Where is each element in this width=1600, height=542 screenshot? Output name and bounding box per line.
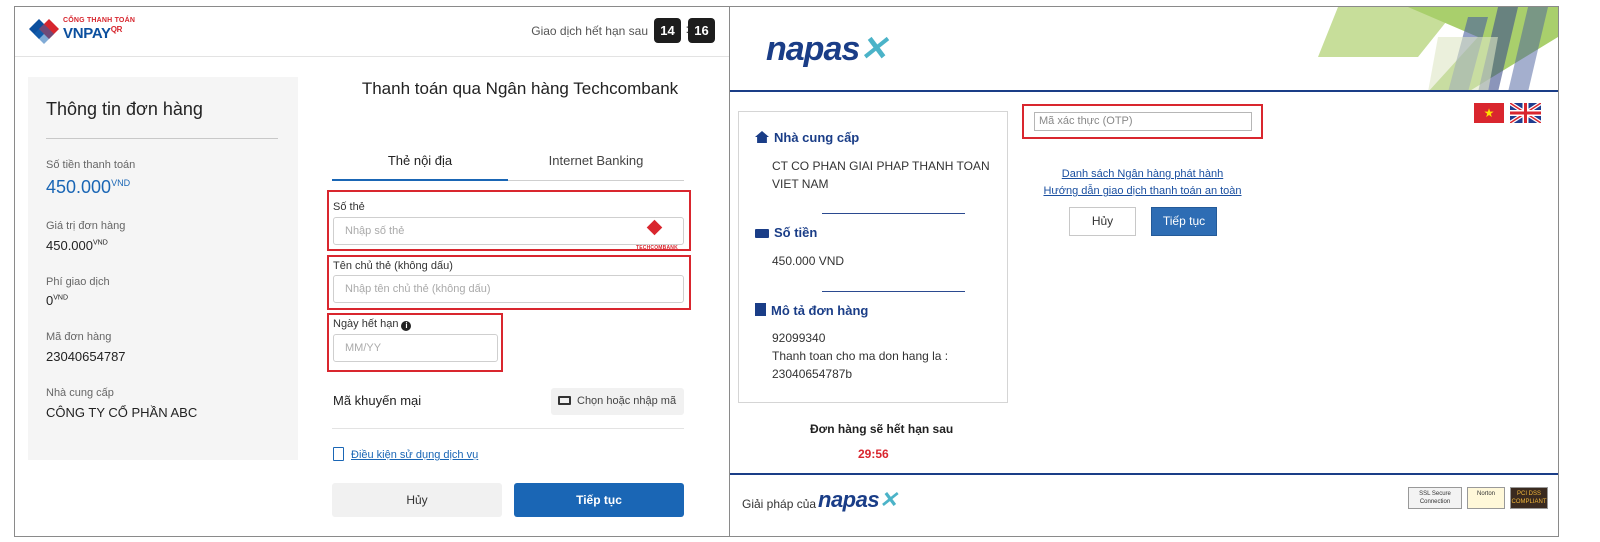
tab-internet-banking[interactable]: Internet Banking: [508, 152, 684, 181]
otp-placeholder: Mã xác thực (OTP): [1039, 115, 1133, 127]
vnpay-logo-mark-icon: [29, 19, 59, 44]
norton-badge: Norton: [1467, 487, 1505, 509]
provider-value: CÔNG TY CỔ PHẦN ABC: [46, 405, 198, 420]
amount-section-title: Số tiền: [755, 225, 817, 240]
description-section-title: Mô tả đơn hàng: [755, 303, 868, 318]
vnpay-logo-qr: QR: [110, 25, 123, 34]
amount-value: 450.000VND: [46, 177, 130, 198]
transaction-expiry-label: Giao dịch hết hạn sau: [531, 24, 648, 38]
amount-title-text: Số tiền: [774, 225, 818, 240]
order-info-title: Thông tin đơn hàng: [46, 99, 203, 119]
napas-amount-value: 450.000 VND: [772, 254, 845, 268]
terms-row: Điều kiện sử dụng dịch vụ: [333, 447, 478, 461]
expiry-date-label-text: Ngày hết hạn: [333, 318, 399, 330]
ticket-icon: [558, 396, 571, 405]
napas-header: napas✕: [730, 7, 1558, 92]
document-icon: [755, 303, 766, 316]
napas-logo: napas✕: [766, 29, 888, 69]
order-info-card: Thông tin đơn hàng Số tiền thanh toán 45…: [28, 77, 298, 460]
footer-logo-mark-icon: ✕: [879, 487, 898, 512]
payment-method-title: Thanh toán qua Ngân hàng Techcombank: [361, 79, 679, 98]
tab-domestic-card[interactable]: Thẻ nội địa: [332, 152, 508, 181]
description-id: 92099340: [772, 331, 826, 345]
document-icon: [333, 447, 344, 461]
home-icon: [755, 131, 769, 143]
fee-value: 0VND: [46, 293, 68, 308]
pci-badge: PCI DSS COMPLIANT: [1510, 487, 1548, 509]
napas-continue-button[interactable]: Tiếp tục: [1151, 207, 1217, 236]
payment-tabs: Thẻ nội địa Internet Banking: [332, 152, 684, 181]
card-number-label: Số thẻ: [333, 201, 365, 213]
techcombank-logo: TECHCOMBANK: [636, 219, 678, 251]
order-value-number: 450.000: [46, 238, 93, 253]
description-text: Thanh toan cho ma don hang la : 23040654…: [772, 349, 949, 381]
flag-star: ★: [1483, 106, 1495, 120]
fee-unit: VND: [53, 294, 69, 302]
vnpay-logo-tagline: CỔNG THANH TOÁN: [63, 17, 136, 24]
promo-code-button[interactable]: Chọn hoặc nhập mã: [551, 388, 684, 415]
vietnam-flag-icon[interactable]: ★: [1474, 103, 1504, 123]
order-value-label: Giá trị đơn hàng: [46, 220, 126, 232]
vnpay-logo-wordmark: VNPAYQR: [63, 25, 122, 42]
otp-input[interactable]: Mã xác thực (OTP): [1034, 112, 1252, 131]
uk-flag-icon[interactable]: [1510, 103, 1541, 123]
holder-name-placeholder: Nhập tên chủ thẻ (không dấu): [345, 283, 491, 295]
vnpay-continue-button[interactable]: Tiếp tục: [514, 483, 684, 517]
holder-name-input[interactable]: Nhập tên chủ thẻ (không dấu): [333, 275, 684, 303]
timer-seconds: 16: [688, 18, 715, 43]
ssl-badge: SSL Secure Connection: [1408, 487, 1462, 509]
issuing-banks-link[interactable]: Danh sách Ngân hàng phát hành: [1022, 166, 1263, 183]
footer-napas-logo: napas✕: [818, 487, 898, 513]
info-icon[interactable]: i: [401, 321, 412, 331]
napas-logo-mark-icon: ✕: [859, 30, 887, 68]
holder-name-label: Tên chủ thẻ (không dấu): [333, 260, 453, 272]
promo-code-button-label: Chọn hoặc nhập mã: [577, 395, 677, 407]
order-value: 450.000VND: [46, 238, 108, 253]
help-links: Danh sách Ngân hàng phát hành Hướng dẫn …: [1022, 166, 1263, 200]
amount-label: Số tiền thanh toán: [46, 159, 136, 171]
description-title-text: Mô tả đơn hàng: [771, 303, 869, 318]
order-id-value: 23040654787: [46, 349, 126, 364]
card-number-placeholder: Nhập số thẻ: [345, 225, 405, 237]
header-decoration: [1318, 7, 1558, 90]
provider-title-text: Nhà cung cấp: [774, 130, 860, 145]
provider-name: CT CO PHAN GIAI PHAP THANH TOAN VIET NAM: [772, 159, 990, 191]
napas-cancel-button[interactable]: Hủy: [1069, 207, 1136, 236]
promo-code-label: Mã khuyến mại: [333, 393, 422, 408]
section-divider: [822, 213, 965, 214]
vnpay-header: CỔNG THANH TOÁN VNPAYQR Giao dịch hết hạ…: [15, 7, 732, 57]
footer-solution-label: Giải pháp của: [742, 497, 817, 511]
expiry-date-placeholder: MM/YY: [345, 342, 382, 354]
order-id-label: Mã đơn hàng: [46, 331, 112, 343]
order-expire-label: Đơn hàng sẽ hết hạn sau: [810, 422, 954, 436]
card-number-input[interactable]: Nhập số thẻ TECHCOMBANK: [333, 217, 684, 251]
provider-label: Nhà cung cấp: [46, 387, 114, 399]
order-value-unit: VND: [93, 239, 108, 247]
techcombank-diamond-icon: [646, 219, 663, 236]
fee-label: Phí giao dịch: [46, 276, 110, 288]
expiry-date-input[interactable]: MM/YY: [333, 334, 498, 362]
provider-section-title: Nhà cung cấp: [755, 130, 859, 145]
napas-logo-text: napas: [766, 30, 860, 68]
amount-number: 450.000: [46, 177, 112, 197]
napas-footer: Giải pháp của napas✕ SSL Secure Connecti…: [730, 473, 1558, 536]
promo-divider: [332, 428, 684, 429]
order-info-divider: [46, 138, 278, 139]
terms-link[interactable]: Điều kiện sử dụng dịch vụ: [351, 449, 478, 461]
amount-unit: VND: [111, 178, 131, 188]
footer-logo-text: napas: [818, 487, 880, 512]
safe-payment-guide-link[interactable]: Hướng dẫn giao dịch thanh toán an toàn: [1022, 183, 1263, 200]
expiry-date-label: Ngày hết hạn i: [333, 318, 412, 331]
vnpay-logo: CỔNG THANH TOÁN VNPAYQR: [27, 17, 137, 47]
vnpay-logo-text: VNPAY: [63, 25, 111, 42]
order-expire-time: 29:56: [858, 447, 889, 461]
vnpay-cancel-button[interactable]: Hủy: [332, 483, 502, 517]
order-details-box: Nhà cung cấp CT CO PHAN GIAI PHAP THANH …: [738, 111, 1008, 403]
vnpay-payment-panel: CỔNG THANH TOÁN VNPAYQR Giao dịch hết hạ…: [14, 6, 733, 537]
money-icon: [755, 229, 769, 238]
otp-highlight: Mã xác thực (OTP): [1022, 104, 1263, 139]
napas-otp-panel: napas✕ Nhà cung cấp CT CO PHAN GIAI PHAP…: [729, 6, 1559, 537]
timer-minutes: 14: [654, 18, 681, 43]
section-divider: [822, 291, 965, 292]
